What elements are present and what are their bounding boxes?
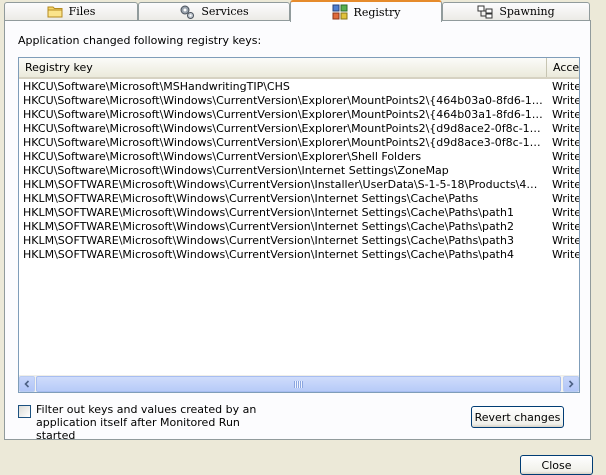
- registry-key-cell: HKLM\SOFTWARE\Microsoft\Windows\CurrentV…: [23, 248, 514, 261]
- tab-services[interactable]: Services: [138, 2, 290, 20]
- table-row[interactable]: HKCU\Software\Microsoft\Windows\CurrentV…: [19, 94, 579, 108]
- access-cell: Write: [552, 234, 580, 247]
- scroll-right-button[interactable]: [563, 376, 579, 392]
- registry-panel: Application changed following registry k…: [4, 20, 591, 442]
- table-row[interactable]: HKCU\Software\Microsoft\Windows\CurrentV…: [19, 108, 579, 122]
- table-row[interactable]: HKLM\SOFTWARE\Microsoft\Windows\CurrentV…: [19, 220, 579, 234]
- registry-key-cell: HKLM\SOFTWARE\Microsoft\Windows\CurrentV…: [23, 192, 479, 205]
- table-row[interactable]: HKCU\Software\Microsoft\Windows\CurrentV…: [19, 122, 579, 136]
- tab-services-label: Services: [201, 5, 249, 18]
- access-cell: Write: [552, 122, 580, 135]
- table-row[interactable]: HKCU\Software\Microsoft\Windows\CurrentV…: [19, 136, 579, 150]
- access-cell: Write: [552, 94, 580, 107]
- tab-registry-label: Registry: [353, 5, 401, 19]
- registry-key-cell: HKLM\SOFTWARE\Microsoft\Windows\CurrentV…: [23, 220, 514, 233]
- column-header-registry-key[interactable]: Registry key: [19, 58, 547, 77]
- close-button[interactable]: Close: [520, 455, 593, 475]
- registry-key-cell: HKLM\SOFTWARE\Microsoft\Windows\CurrentV…: [23, 234, 514, 247]
- table-row[interactable]: HKCU\Software\Microsoft\Windows\CurrentV…: [19, 150, 579, 164]
- registry-key-cell: HKCU\Software\Microsoft\Windows\CurrentV…: [23, 94, 543, 107]
- scroll-left-button[interactable]: [19, 376, 35, 392]
- tab-registry[interactable]: Registry: [290, 0, 442, 22]
- chevron-right-icon: [568, 380, 574, 388]
- registry-list[interactable]: Registry key Acce HKCU\Software\Microsof…: [18, 57, 580, 393]
- revert-changes-button[interactable]: Revert changes: [471, 406, 564, 428]
- tab-spawning-label: Spawning: [499, 5, 555, 18]
- tab-spawning[interactable]: Spawning: [442, 2, 590, 20]
- access-cell: Write: [552, 178, 580, 191]
- registry-key-cell: HKCU\Software\Microsoft\Windows\CurrentV…: [23, 164, 449, 177]
- chevron-left-icon: [24, 380, 30, 388]
- registry-key-cell: HKCU\Software\Microsoft\Windows\CurrentV…: [23, 108, 543, 121]
- access-cell: Write: [552, 164, 580, 177]
- scroll-thumb[interactable]: [36, 376, 561, 392]
- registry-icon: [332, 4, 348, 20]
- registry-key-cell: HKCU\Software\Microsoft\Windows\CurrentV…: [23, 136, 543, 149]
- table-row[interactable]: HKCU\Software\Microsoft\MSHandwritingTIP…: [19, 80, 579, 94]
- access-cell: Write: [552, 192, 580, 205]
- access-cell: Write: [552, 220, 580, 233]
- folder-icon: [47, 6, 63, 18]
- table-row[interactable]: HKCU\Software\Microsoft\Windows\CurrentV…: [19, 164, 579, 178]
- tab-strip: Files Services Registry Spawning: [0, 0, 606, 22]
- column-header-access[interactable]: Acce: [547, 58, 579, 77]
- tab-files-label: Files: [68, 5, 96, 18]
- registry-description: Application changed following registry k…: [18, 34, 262, 47]
- tab-files[interactable]: Files: [4, 2, 138, 20]
- table-row[interactable]: HKLM\SOFTWARE\Microsoft\Windows\CurrentV…: [19, 234, 579, 248]
- grip-icon: [294, 380, 303, 388]
- table-row[interactable]: HKLM\SOFTWARE\Microsoft\Windows\CurrentV…: [19, 192, 579, 206]
- registry-key-cell: HKCU\Software\Microsoft\Windows\CurrentV…: [23, 122, 543, 135]
- access-cell: Write: [552, 136, 580, 149]
- horizontal-scrollbar[interactable]: [19, 375, 579, 392]
- registry-key-cell: HKCU\Software\Microsoft\Windows\CurrentV…: [23, 150, 422, 163]
- filter-label[interactable]: Filter out keys and values created by an…: [36, 403, 266, 442]
- process-tree-icon: [477, 5, 493, 18]
- filter-checkbox[interactable]: [18, 405, 31, 418]
- access-cell: Write: [552, 80, 580, 93]
- access-cell: Write: [552, 248, 580, 261]
- registry-key-cell: HKCU\Software\Microsoft\MSHandwritingTIP…: [23, 80, 290, 93]
- table-row[interactable]: HKLM\SOFTWARE\Microsoft\Windows\CurrentV…: [19, 248, 579, 262]
- list-rows: HKCU\Software\Microsoft\MSHandwritingTIP…: [19, 80, 579, 262]
- table-row[interactable]: HKLM\SOFTWARE\Microsoft\Windows\CurrentV…: [19, 206, 579, 220]
- list-header: Registry key Acce: [19, 58, 579, 79]
- access-cell: Write: [552, 150, 580, 163]
- filter-option: Filter out keys and values created by an…: [18, 403, 266, 442]
- table-row[interactable]: HKLM\SOFTWARE\Microsoft\Windows\CurrentV…: [19, 178, 579, 192]
- gears-icon: [180, 5, 195, 19]
- registry-key-cell: HKLM\SOFTWARE\Microsoft\Windows\CurrentV…: [23, 178, 543, 191]
- access-cell: Write: [552, 206, 580, 219]
- access-cell: Write: [552, 108, 580, 121]
- registry-key-cell: HKLM\SOFTWARE\Microsoft\Windows\CurrentV…: [23, 206, 514, 219]
